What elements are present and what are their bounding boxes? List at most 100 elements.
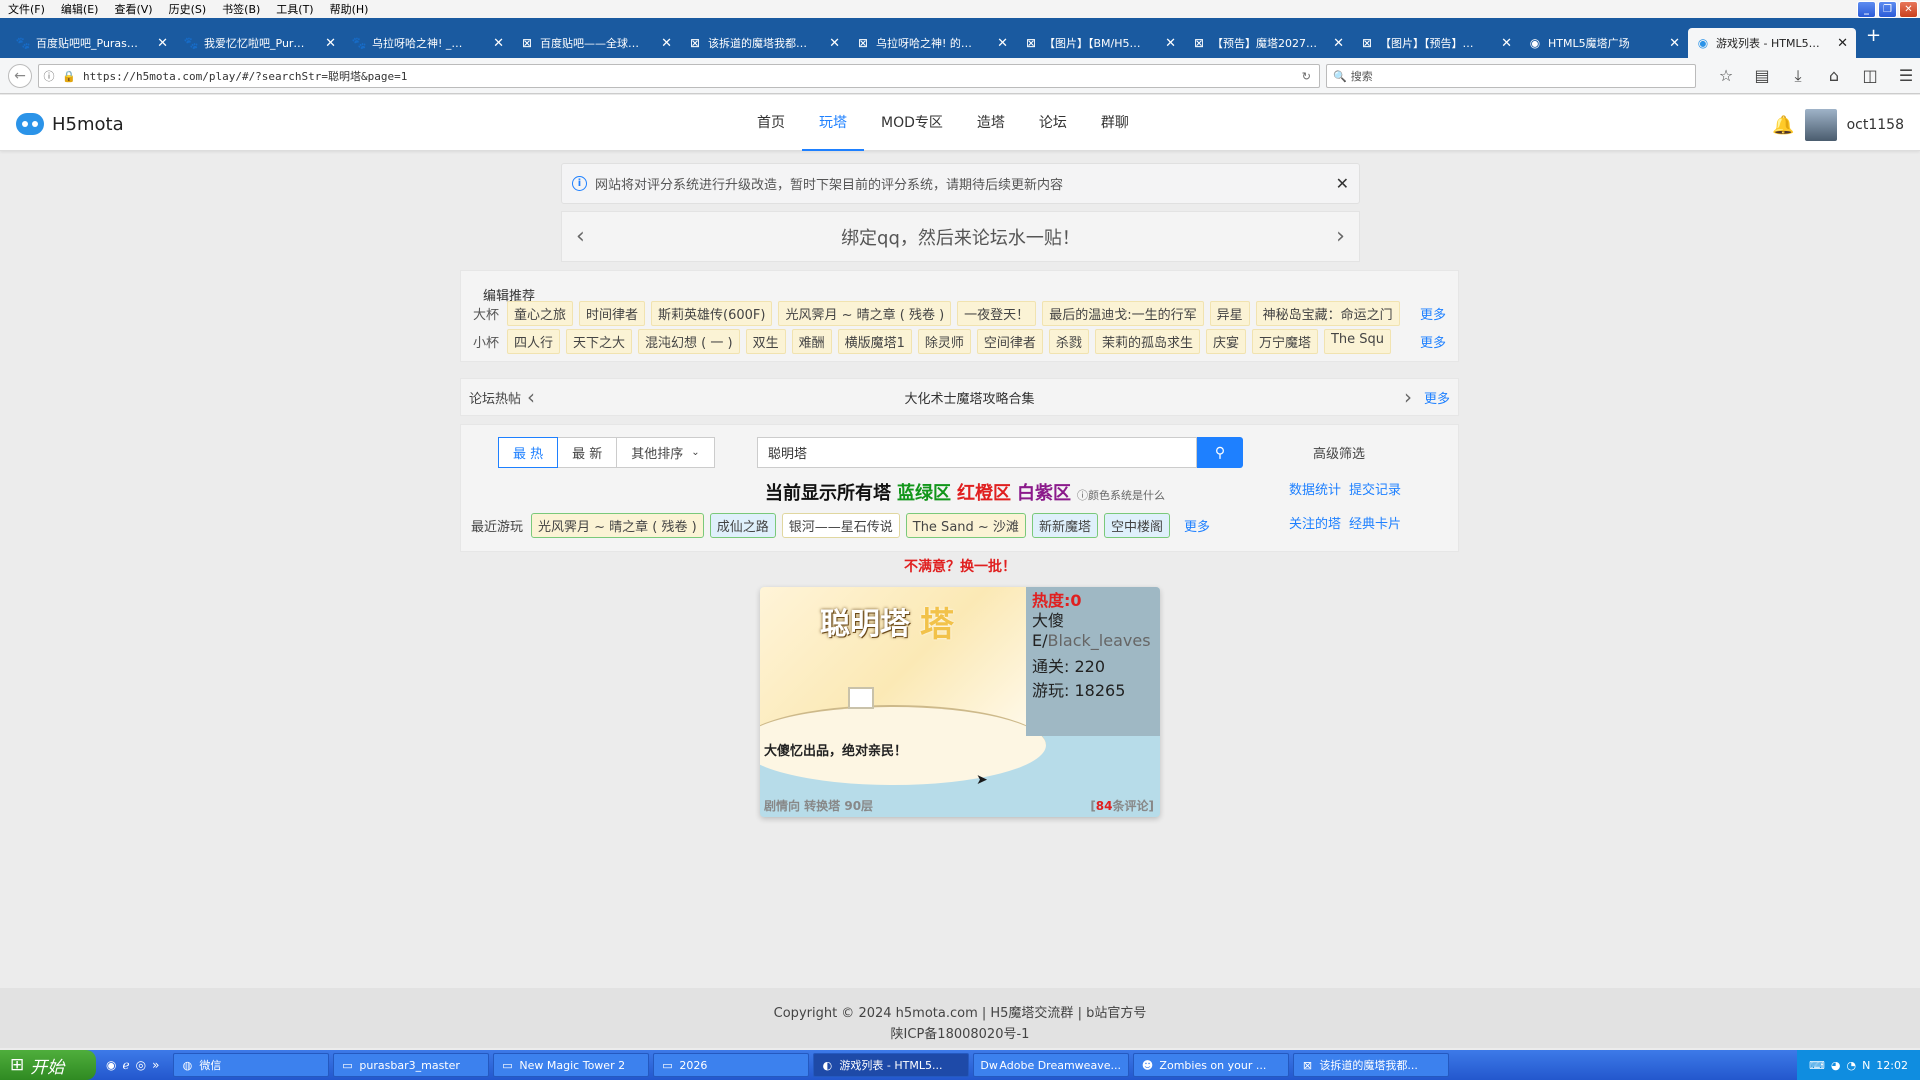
recent-tower-chip[interactable]: 银河——星石传说 <box>781 513 900 538</box>
menu-help[interactable]: 帮助(H) <box>322 1 377 17</box>
nav-mod[interactable]: MOD专区 <box>864 95 960 151</box>
menu-view[interactable]: 查看(V) <box>106 1 160 17</box>
tower-chip[interactable]: 时间律者 <box>579 300 646 326</box>
tower-chip[interactable]: 除灵师 <box>917 328 971 354</box>
nav-home[interactable]: 首页 <box>740 95 802 151</box>
tower-chip[interactable]: 神秘岛宝藏：命运之门 <box>1255 300 1400 326</box>
close-window-icon[interactable]: ✕ <box>1899 1 1918 18</box>
nav-create[interactable]: 造塔 <box>960 95 1022 151</box>
hamburger-menu-icon[interactable]: ☰ <box>1888 66 1920 86</box>
ie-icon[interactable]: ℯ <box>122 1058 129 1072</box>
back-arrow-icon[interactable]: ← <box>8 64 32 88</box>
close-tab-icon[interactable]: ✕ <box>1165 36 1176 51</box>
download-icon[interactable]: ⤓ <box>1780 66 1816 86</box>
quicklaunch-icon[interactable]: ◉ <box>106 1058 116 1072</box>
tower-chip[interactable]: The Squ <box>1323 328 1392 354</box>
taskbar-item[interactable]: ▭ purasbar3_master <box>333 1053 490 1077</box>
tower-chip[interactable]: 万宁魔塔 <box>1251 328 1318 354</box>
followed-towers-link[interactable]: 关注的塔 <box>1289 513 1341 532</box>
tower-chip[interactable]: 最后的温迪戈:一生的行军 <box>1042 300 1204 326</box>
sort-new-button[interactable]: 最 新 <box>557 437 618 468</box>
search-button[interactable]: ⚲ <box>1197 437 1243 468</box>
browser-tab[interactable]: 🐾 乌拉呀哈之神! _… ✕ <box>344 28 512 58</box>
tower-chip[interactable]: 杀戮 <box>1048 328 1089 354</box>
reading-list-icon[interactable]: ▤ <box>1744 66 1780 86</box>
color-system-help[interactable]: ⓘ颜色系统是什么 <box>1077 487 1165 503</box>
close-tab-icon[interactable]: ✕ <box>1333 36 1344 51</box>
zone-green-link[interactable]: 蓝绿区 <box>897 479 951 505</box>
refresh-batch-link[interactable]: 不满意？换一批！ <box>0 556 1920 576</box>
browser-tab[interactable]: ◉ HTML5魔塔广场 ✕ <box>1520 28 1688 58</box>
close-tab-icon[interactable]: ✕ <box>1669 36 1680 51</box>
recs-small-more-link[interactable]: 更多 <box>1420 332 1446 351</box>
taskbar-item-active[interactable]: ◐ 游戏列表 - HTML5... <box>813 1053 970 1077</box>
taskbar-item[interactable]: ◍ 微信 <box>173 1053 330 1077</box>
recs-big-more-link[interactable]: 更多 <box>1420 304 1446 323</box>
close-tab-icon[interactable]: ✕ <box>493 36 504 51</box>
minimize-icon[interactable]: _ <box>1857 1 1876 18</box>
recent-tower-chip[interactable]: 空中楼阁 <box>1103 513 1170 538</box>
new-tab-icon[interactable]: + <box>1856 25 1891 52</box>
browser-tab[interactable]: ⊠ 【预告】魔塔2027… ✕ <box>1184 28 1352 58</box>
tower-chip[interactable]: 双生 <box>745 328 786 354</box>
taskbar-item[interactable]: ▭ New Magic Tower 2 <box>493 1053 650 1077</box>
nav-chat[interactable]: 群聊 <box>1084 95 1146 151</box>
tower-card[interactable]: 聪明塔 塔 热度:0 大傻 E/Black_leaves 通关: 220 游玩:… <box>760 587 1160 817</box>
recent-more-link[interactable]: 更多 <box>1184 516 1210 535</box>
taskbar-item[interactable]: ☻ Zombies on your ... <box>1133 1053 1290 1077</box>
tower-chip[interactable]: 庆宴 <box>1205 328 1246 354</box>
browser-tab-active[interactable]: ◉ 游戏列表 - HTML5… ✕ <box>1688 28 1856 58</box>
bell-icon[interactable]: 🔔 <box>1772 115 1794 136</box>
zone-purple-link[interactable]: 白紫区 <box>1017 479 1071 505</box>
clock[interactable]: 12:02 <box>1876 1059 1908 1072</box>
nav-forum[interactable]: 论坛 <box>1022 95 1084 151</box>
close-icon[interactable]: ✕ <box>1336 174 1349 193</box>
menu-edit[interactable]: 编辑(E) <box>53 1 107 17</box>
chevron-left-icon[interactable]: ‹ <box>576 224 585 249</box>
chevron-left-icon[interactable]: ‹ <box>527 385 535 409</box>
username[interactable]: oct1158 <box>1847 117 1904 133</box>
carousel-text[interactable]: 绑定qq，然后来论坛水一贴！ <box>841 224 1080 250</box>
tower-search-input[interactable]: 聪明塔 <box>757 437 1197 468</box>
close-tab-icon[interactable]: ✕ <box>157 36 168 51</box>
sort-other-dropdown[interactable]: 其他排序 ⌄ <box>616 437 715 468</box>
menu-tools[interactable]: 工具(T) <box>268 1 321 17</box>
tower-chip[interactable]: 横版魔塔1 <box>837 328 912 354</box>
tower-author[interactable]: 大傻 <box>1032 611 1154 631</box>
browser-tab[interactable]: ⊠ 百度贴吧——全球… ✕ <box>512 28 680 58</box>
tower-chip[interactable]: 难酬 <box>791 328 832 354</box>
network-icon[interactable]: ◔ <box>1846 1059 1856 1072</box>
advanced-filter-link[interactable]: 高级筛选 <box>1313 443 1365 462</box>
url-text[interactable]: https://h5mota.com/play/#/?searchStr=聪明塔… <box>79 68 1302 84</box>
footer-icp[interactable]: 陕ICP备18008020号-1 <box>0 1023 1920 1042</box>
chevron-right-icon[interactable]: › <box>1404 385 1412 409</box>
browser-tab[interactable]: ⊠ 乌拉呀哈之神! 的… ✕ <box>848 28 1016 58</box>
close-tab-icon[interactable]: ✕ <box>1837 36 1848 51</box>
tower-chip[interactable]: 混沌幻想 ( 一 ) <box>638 328 740 354</box>
tower-chip[interactable]: 斯莉英雄传(600F) <box>651 300 773 326</box>
browser-search-box[interactable]: 🔍 搜索 <box>1326 64 1696 88</box>
bookmark-star-icon[interactable]: ☆ <box>1708 66 1744 86</box>
restore-icon[interactable]: ❐ <box>1878 1 1897 18</box>
chevron-right-icon[interactable]: › <box>1336 224 1345 249</box>
nav-play[interactable]: 玩塔 <box>802 95 864 151</box>
forum-more-link[interactable]: 更多 <box>1424 388 1450 407</box>
tower-chip[interactable]: 天下之大 <box>566 328 633 354</box>
close-tab-icon[interactable]: ✕ <box>325 36 336 51</box>
data-stats-link[interactable]: 数据统计 <box>1289 479 1341 498</box>
address-bar[interactable]: ⓘ 🔒 https://h5mota.com/play/#/?searchStr… <box>38 64 1320 88</box>
onenote-icon[interactable]: N <box>1862 1059 1870 1072</box>
tower-chip[interactable]: 光风霁月 ~ 晴之章 ( 残卷 ) <box>778 300 952 326</box>
tower-chip[interactable]: 空间律者 <box>976 328 1043 354</box>
tower-chip[interactable]: 一夜登天！ <box>957 300 1037 326</box>
close-tab-icon[interactable]: ✕ <box>1501 36 1512 51</box>
tower-thumbnail[interactable]: 聪明塔 塔 <box>760 587 1046 785</box>
tower-comments-link[interactable]: [84条评论] <box>1090 797 1154 814</box>
reload-icon[interactable]: ↻ <box>1302 70 1311 83</box>
site-logo[interactable]: H5mota <box>16 113 124 135</box>
qq-icon[interactable]: ◕ <box>1831 1059 1841 1072</box>
close-tab-icon[interactable]: ✕ <box>829 36 840 51</box>
recent-tower-chip[interactable]: 光风霁月 ~ 晴之章 ( 残卷 ) <box>531 513 704 538</box>
browser-tab[interactable]: 🐾 我爱忆忆啦吧_Pur… ✕ <box>176 28 344 58</box>
taskbar-item[interactable]: ⊠ 该拆道的魔塔我都... <box>1293 1053 1450 1077</box>
